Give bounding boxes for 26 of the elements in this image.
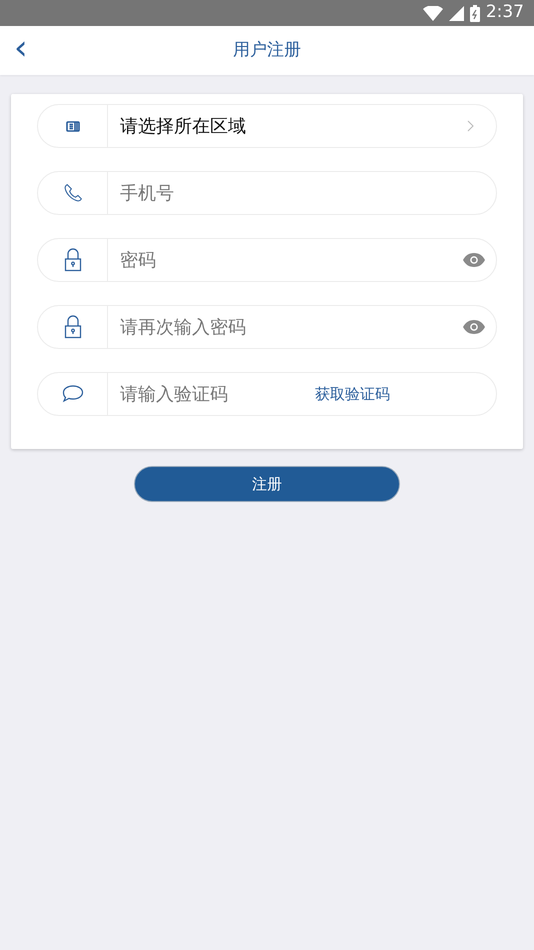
wifi-icon bbox=[422, 6, 443, 20]
lock-icon bbox=[64, 315, 82, 339]
lock-icon bbox=[64, 248, 82, 272]
register-button[interactable]: 注册 bbox=[134, 466, 400, 502]
input-field[interactable]: 请再次输入密码 bbox=[37, 305, 497, 349]
page-title: 用户注册 bbox=[233, 38, 301, 62]
input-field[interactable]: 密码 bbox=[37, 238, 497, 282]
chevron-right-icon bbox=[467, 120, 474, 132]
back-button[interactable]: ‹ bbox=[14, 30, 28, 66]
phone-icon bbox=[62, 183, 82, 203]
status-time: 2:37 bbox=[486, 1, 524, 24]
region-selector[interactable]: 请选择所在区域 bbox=[37, 104, 497, 148]
list-icon bbox=[66, 120, 80, 132]
region-label: 请选择所在区域 bbox=[120, 114, 247, 138]
text-input[interactable]: 手机号 bbox=[120, 180, 496, 206]
input-field[interactable]: 手机号 bbox=[37, 171, 497, 215]
eye-icon[interactable] bbox=[463, 320, 485, 334]
signal-icon bbox=[448, 6, 464, 20]
text-input[interactable]: 请输入验证码 bbox=[120, 380, 315, 408]
get-code-link[interactable]: 获取验证码 bbox=[315, 382, 390, 406]
text-input[interactable]: 请再次输入密码 bbox=[120, 314, 463, 340]
eye-icon[interactable] bbox=[463, 253, 485, 267]
text-input[interactable]: 密码 bbox=[120, 246, 463, 274]
battery-icon bbox=[470, 4, 480, 22]
input-field[interactable]: 请输入验证码 获取验证码 bbox=[37, 372, 497, 416]
chat-bubble-icon bbox=[62, 384, 84, 404]
